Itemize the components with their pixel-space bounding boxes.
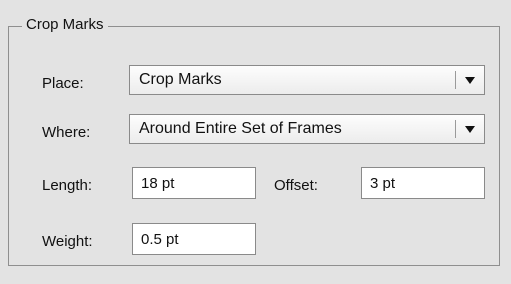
group-title: Crop Marks bbox=[22, 14, 108, 36]
offset-field[interactable] bbox=[361, 167, 485, 199]
where-select-value: Around Entire Set of Frames bbox=[139, 120, 342, 137]
place-label: Place: bbox=[42, 75, 84, 92]
weight-label: Weight: bbox=[42, 233, 93, 250]
place-select-value: Crop Marks bbox=[139, 71, 222, 88]
where-label: Where: bbox=[42, 124, 91, 141]
chevron-down-icon bbox=[456, 76, 484, 84]
chevron-down-icon bbox=[456, 125, 484, 133]
length-field[interactable] bbox=[132, 167, 256, 199]
weight-field[interactable] bbox=[132, 223, 256, 255]
length-label: Length: bbox=[42, 177, 93, 194]
where-select[interactable]: Around Entire Set of Frames bbox=[129, 114, 485, 144]
offset-label: Offset: bbox=[274, 177, 318, 194]
place-select[interactable]: Crop Marks bbox=[129, 65, 485, 95]
